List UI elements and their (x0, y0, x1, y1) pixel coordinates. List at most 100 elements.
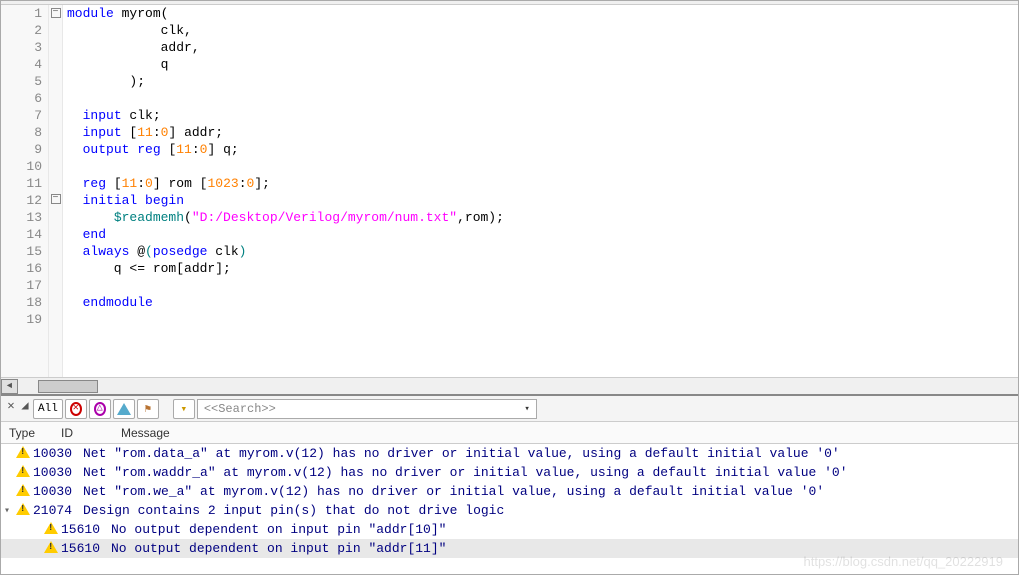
code-line[interactable]: ); (67, 73, 1018, 90)
line-number: 14 (1, 226, 42, 243)
code-line[interactable]: clk, (67, 22, 1018, 39)
column-header-message[interactable]: Message (121, 426, 1018, 440)
fold-spacer (49, 21, 62, 38)
line-number: 7 (1, 107, 42, 124)
expand-toggle-icon[interactable]: ▾ (1, 505, 13, 517)
code-text-area[interactable]: module myrom( clk, addr, q ); input clk;… (63, 5, 1018, 377)
message-row[interactable]: 15610No output dependent on input pin "a… (1, 539, 1018, 558)
fold-spacer (49, 157, 62, 174)
line-number: 19 (1, 311, 42, 328)
column-header-type[interactable]: Type (1, 426, 61, 440)
fold-spacer (49, 292, 62, 309)
search-placeholder-text: <<Search>> (204, 402, 276, 416)
filter-critical-button[interactable]: △ (89, 399, 111, 419)
warning-icon (13, 484, 33, 500)
line-number: 2 (1, 22, 42, 39)
code-line[interactable]: input clk; (67, 107, 1018, 124)
messages-search-input[interactable]: <<Search>> ▾ (197, 399, 537, 419)
code-line[interactable]: end (67, 226, 1018, 243)
warning-icon (41, 541, 61, 557)
fold-spacer (49, 309, 62, 326)
code-line[interactable] (67, 277, 1018, 294)
code-line[interactable]: output reg [11:0] q; (67, 141, 1018, 158)
code-line[interactable]: endmodule (67, 294, 1018, 311)
horizontal-scrollbar[interactable]: ◄ (1, 377, 1018, 394)
line-number: 10 (1, 158, 42, 175)
messages-toolbar: ✕ ◢ All ✕ △ ⚑ ▾ <<Search>> ▾ (1, 396, 1018, 422)
code-line[interactable]: addr, (67, 39, 1018, 56)
fold-spacer (49, 38, 62, 55)
fold-spacer (49, 55, 62, 72)
message-text: Net "rom.we_a" at myrom.v(12) has no dri… (83, 484, 1018, 499)
line-number: 16 (1, 260, 42, 277)
message-text: No output dependent on input pin "addr[1… (111, 541, 1018, 556)
message-text: Design contains 2 input pin(s) that do n… (83, 503, 1018, 518)
code-line[interactable] (67, 90, 1018, 107)
panel-pin-icon[interactable]: ◢ (19, 398, 31, 420)
fold-spacer (49, 174, 62, 191)
line-number: 3 (1, 39, 42, 56)
scroll-thumb[interactable] (38, 380, 98, 393)
fold-spacer (49, 89, 62, 106)
message-text: No output dependent on input pin "addr[1… (111, 522, 1018, 537)
code-line[interactable]: module myrom( (67, 5, 1018, 22)
warning-icon (41, 522, 61, 538)
line-number-gutter: 12345678910111213141516171819 (1, 5, 49, 377)
line-number: 4 (1, 56, 42, 73)
line-number: 17 (1, 277, 42, 294)
filter-error-button[interactable]: ✕ (65, 399, 87, 419)
message-id: 21074 (33, 503, 83, 518)
warning-icon (13, 446, 33, 462)
fold-spacer (49, 241, 62, 258)
filter-warning-button[interactable] (113, 399, 135, 419)
fold-spacer (49, 275, 62, 292)
fold-spacer (49, 123, 62, 140)
code-line[interactable]: q (67, 56, 1018, 73)
fold-spacer (49, 224, 62, 241)
line-number: 11 (1, 175, 42, 192)
message-id: 10030 (33, 484, 83, 499)
line-number: 12 (1, 192, 42, 209)
messages-list[interactable]: 10030Net "rom.data_a" at myrom.v(12) has… (1, 444, 1018, 574)
code-line[interactable] (67, 158, 1018, 175)
fold-spacer (49, 258, 62, 275)
line-number: 18 (1, 294, 42, 311)
filter-all-button[interactable]: All (33, 399, 63, 419)
fold-toggle-icon[interactable]: − (51, 194, 61, 204)
message-row[interactable]: ▾ 21074Design contains 2 input pin(s) tha… (1, 501, 1018, 520)
line-number: 1 (1, 5, 42, 22)
fold-column: −− (49, 5, 63, 377)
message-text: Net "rom.waddr_a" at myrom.v(12) has no … (83, 465, 1018, 480)
message-row[interactable]: 10030Net "rom.we_a" at myrom.v(12) has n… (1, 482, 1018, 501)
code-line[interactable]: always @(posedge clk) (67, 243, 1018, 260)
message-id: 15610 (61, 541, 111, 556)
messages-panel: ✕ ◢ All ✕ △ ⚑ ▾ <<Search>> ▾ Type ID Mes… (1, 394, 1018, 574)
messages-header-row: Type ID Message (1, 422, 1018, 444)
line-number: 6 (1, 90, 42, 107)
code-line[interactable] (67, 311, 1018, 328)
code-line[interactable]: $readmemh("D:/Desktop/Verilog/myrom/num.… (67, 209, 1018, 226)
panel-close-x-icon[interactable]: ✕ (5, 398, 17, 420)
code-line[interactable]: reg [11:0] rom [1023:0]; (67, 175, 1018, 192)
filter-flag-button[interactable]: ⚑ (137, 399, 159, 419)
message-id: 15610 (61, 522, 111, 537)
fold-spacer (49, 72, 62, 89)
code-line[interactable]: q <= rom[addr]; (67, 260, 1018, 277)
fold-toggle-icon[interactable]: − (51, 8, 61, 18)
message-row[interactable]: 10030Net "rom.waddr_a" at myrom.v(12) ha… (1, 463, 1018, 482)
scroll-left-arrow[interactable]: ◄ (1, 379, 18, 394)
app-window: 12345678910111213141516171819 −− module … (0, 0, 1019, 575)
line-number: 5 (1, 73, 42, 90)
code-line[interactable]: input [11:0] addr; (67, 124, 1018, 141)
code-line[interactable]: initial begin (67, 192, 1018, 209)
message-row[interactable]: 15610No output dependent on input pin "a… (1, 520, 1018, 539)
warning-icon (13, 503, 33, 519)
line-number: 8 (1, 124, 42, 141)
message-row[interactable]: 10030Net "rom.data_a" at myrom.v(12) has… (1, 444, 1018, 463)
message-text: Net "rom.data_a" at myrom.v(12) has no d… (83, 446, 1018, 461)
message-id: 10030 (33, 446, 83, 461)
line-number: 13 (1, 209, 42, 226)
search-dropdown-icon[interactable]: ▾ (524, 404, 529, 414)
filter-funnel-button[interactable]: ▾ (173, 399, 195, 419)
column-header-id[interactable]: ID (61, 426, 121, 440)
